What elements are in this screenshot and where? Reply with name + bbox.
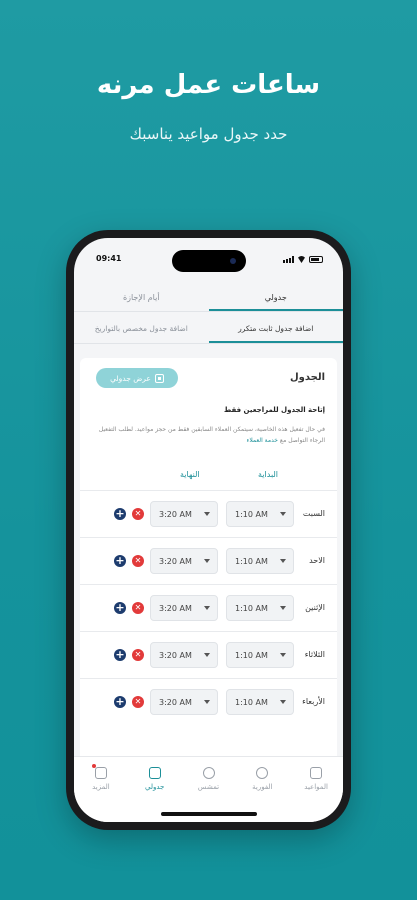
caret-down-icon [280, 653, 286, 657]
phone-screen: 09:41 جدولي أيام الإجازة اضافة جدول ثابت… [74, 238, 343, 822]
alarm-icon [256, 767, 269, 779]
customer-service-link[interactable]: خدمة العملاء [247, 437, 278, 444]
column-end-header: النهاية [180, 470, 200, 479]
caret-down-icon [280, 700, 286, 704]
add-slot-button[interactable]: + [114, 602, 126, 614]
caret-down-icon [280, 559, 286, 563]
table-row: الثلاثاء 1:10 AM 3:20 AM ✕ + [80, 631, 337, 678]
delete-slot-button[interactable]: ✕ [132, 602, 144, 614]
table-row: الأربعاء 1:10 AM 3:20 AM ✕ + [80, 678, 337, 725]
reviewers-only-description: في حال تفعيل هذه الخاصية، سيتمكن العملاء… [98, 426, 325, 444]
notification-badge [91, 764, 96, 768]
day-label: الاحد [309, 556, 325, 565]
delete-slot-button[interactable]: ✕ [132, 696, 144, 708]
day-label: الإثنين [305, 603, 325, 612]
end-time-select[interactable]: 3:20 AM [150, 595, 218, 621]
day-label: السبت [302, 509, 325, 518]
caret-down-icon [204, 512, 210, 516]
schedule-icon [148, 767, 161, 779]
caret-down-icon [280, 606, 286, 610]
grid-icon [94, 767, 107, 779]
caret-down-icon [204, 606, 210, 610]
caret-down-icon [204, 700, 210, 704]
status-time: 09:41 [96, 254, 122, 263]
start-time-select[interactable]: 1:10 AM [226, 689, 294, 715]
table-row: الاحد 1:10 AM 3:20 AM ✕ + [80, 537, 337, 584]
end-time-select[interactable]: 3:20 AM [150, 689, 218, 715]
secondary-tabs: اضافة جدول ثابت متكرر اضافة جدول مخصص با… [74, 314, 343, 344]
start-time-select[interactable]: 1:10 AM [226, 595, 294, 621]
hero-subtitle: حدد جدول مواعيد يناسبك [129, 125, 288, 143]
add-slot-button[interactable]: + [114, 508, 126, 520]
caret-down-icon [204, 653, 210, 657]
status-bar: 09:41 [96, 254, 323, 268]
start-time-select[interactable]: 1:10 AM [226, 501, 294, 527]
home-indicator [160, 812, 257, 816]
phone-frame: 09:41 جدولي أيام الإجازة اضافة جدول ثابت… [66, 230, 351, 830]
day-label: الأربعاء [302, 697, 325, 706]
reviewers-only-title: إتاحة الجدول للمراجعين فقط [223, 406, 325, 414]
view-schedule-button[interactable]: عرض جدولي [96, 368, 178, 388]
column-start-header: البداية [258, 470, 279, 479]
add-slot-button[interactable]: + [114, 649, 126, 661]
schedule-title: الجدول [289, 372, 325, 383]
table-row: السبت 1:10 AM 3:20 AM ✕ + [80, 490, 337, 537]
add-slot-button[interactable]: + [114, 696, 126, 708]
start-time-select[interactable]: 1:10 AM [226, 548, 294, 574]
calendar-icon [310, 767, 323, 779]
image-icon [154, 373, 164, 383]
start-time-select[interactable]: 1:10 AM [226, 642, 294, 668]
day-label: الثلاثاء [304, 650, 325, 659]
nav-more[interactable]: المزيد [74, 757, 128, 822]
wifi-icon [297, 256, 306, 263]
delete-slot-button[interactable]: ✕ [132, 555, 144, 567]
battery-icon [309, 256, 323, 263]
table-row: الإثنين 1:10 AM 3:20 AM ✕ + [80, 584, 337, 631]
signal-icon [202, 767, 215, 779]
delete-slot-button[interactable]: ✕ [132, 508, 144, 520]
nav-appointments[interactable]: المواعيد [289, 757, 343, 822]
tab-recurring-schedule[interactable]: اضافة جدول ثابت متكرر [208, 314, 343, 343]
end-time-select[interactable]: 3:20 AM [150, 548, 218, 574]
caret-down-icon [280, 512, 286, 516]
delete-slot-button[interactable]: ✕ [132, 649, 144, 661]
tab-my-schedule[interactable]: جدولي [208, 284, 343, 311]
caret-down-icon [204, 559, 210, 563]
schedule-card: الجدول عرض جدولي إتاحة الجدول للمراجعين … [80, 358, 337, 778]
end-time-select[interactable]: 3:20 AM [150, 642, 218, 668]
tab-vacation-days[interactable]: أيام الإجازة [74, 284, 209, 311]
signal-icon [283, 256, 294, 263]
hero-title: ساعات عمل مرنه [96, 70, 321, 100]
end-time-select[interactable]: 3:20 AM [150, 501, 218, 527]
tab-custom-date-schedule[interactable]: اضافة جدول مخصص بالتواريخ [74, 314, 209, 343]
primary-tabs: جدولي أيام الإجازة [74, 284, 343, 312]
view-schedule-label: عرض جدولي [110, 373, 151, 383]
add-slot-button[interactable]: + [114, 555, 126, 567]
